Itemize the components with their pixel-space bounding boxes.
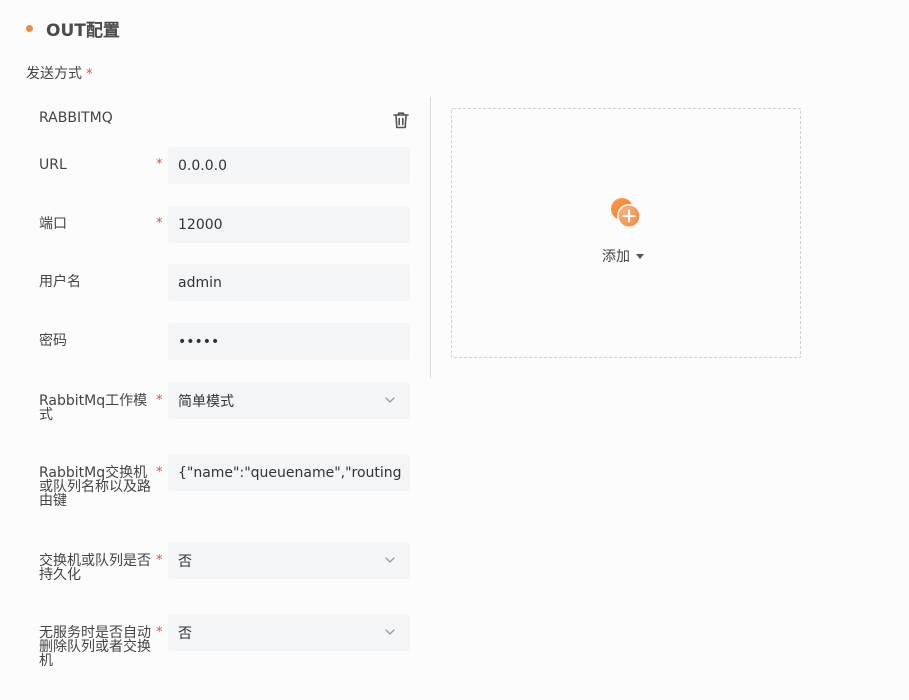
- durable-label: 交换机或队列是否持久化 *: [39, 553, 163, 583]
- port-input[interactable]: 12000: [168, 206, 410, 243]
- auto-delete-label: 无服务时是否自动删除队列或者交换机 *: [39, 625, 163, 669]
- chevron-down-icon: [385, 557, 395, 563]
- vertical-divider: [430, 97, 431, 378]
- work-mode-label-text: RabbitMq工作模式: [39, 393, 148, 423]
- url-input[interactable]: 0.0.0.0: [168, 147, 410, 184]
- required-mark: *: [156, 216, 163, 231]
- trash-icon[interactable]: [390, 109, 412, 131]
- username-label: 用户名: [39, 275, 151, 289]
- chevron-down-icon: [385, 397, 395, 403]
- required-mark: *: [86, 67, 93, 82]
- password-input[interactable]: •••••: [168, 323, 410, 360]
- username-label-text: 用户名: [39, 274, 81, 290]
- exchange-queue-routing-value: {"name":"queuename","routing: [178, 464, 402, 481]
- section-title: OUT配置: [46, 20, 120, 41]
- required-mark: *: [156, 625, 163, 640]
- section-dot: [26, 24, 33, 32]
- url-value: 0.0.0.0: [178, 157, 227, 174]
- auto-delete-select[interactable]: 否: [168, 614, 410, 651]
- add-label-text: 添加: [602, 249, 630, 265]
- durable-select[interactable]: 否: [168, 542, 410, 579]
- password-value: •••••: [178, 333, 220, 350]
- caret-down-icon: [636, 253, 644, 259]
- send-mode-label-text: 发送方式: [26, 66, 82, 82]
- required-mark: *: [156, 465, 163, 480]
- durable-label-text: 交换机或队列是否持久化: [39, 553, 151, 583]
- exchange-queue-routing-label-text: RabbitMq交换机或队列名称以及路由键: [39, 465, 151, 509]
- required-mark: *: [156, 393, 163, 408]
- add-panel: 添加: [451, 108, 801, 358]
- port-label-text: 端口: [39, 216, 67, 232]
- url-label-text: URL: [39, 157, 67, 173]
- username-input[interactable]: admin: [168, 264, 410, 301]
- work-mode-label: RabbitMq工作模式 *: [39, 393, 163, 423]
- required-mark: *: [156, 553, 163, 568]
- add-button[interactable]: 添加: [602, 246, 644, 266]
- required-mark: *: [156, 157, 163, 172]
- section-header: OUT配置: [26, 16, 120, 41]
- auto-delete-value: 否: [178, 625, 192, 642]
- exchange-queue-routing-input[interactable]: {"name":"queuename","routing: [168, 454, 410, 491]
- username-value: admin: [178, 274, 222, 291]
- password-label-text: 密码: [39, 333, 67, 349]
- port-label: 端口 *: [39, 216, 163, 232]
- durable-value: 否: [178, 553, 192, 570]
- exchange-queue-routing-label: RabbitMq交换机或队列名称以及路由键 *: [39, 465, 163, 509]
- auto-delete-label-text: 无服务时是否自动删除队列或者交换机: [39, 625, 151, 669]
- work-mode-select[interactable]: 简单模式: [168, 382, 410, 419]
- card-title: RABBITMQ: [39, 110, 113, 126]
- work-mode-value: 简单模式: [178, 393, 234, 410]
- password-label: 密码: [39, 334, 151, 348]
- url-label: URL *: [39, 157, 163, 173]
- port-value: 12000: [178, 216, 223, 233]
- chevron-down-icon: [385, 629, 395, 635]
- send-mode-label: 发送方式 *: [26, 63, 93, 83]
